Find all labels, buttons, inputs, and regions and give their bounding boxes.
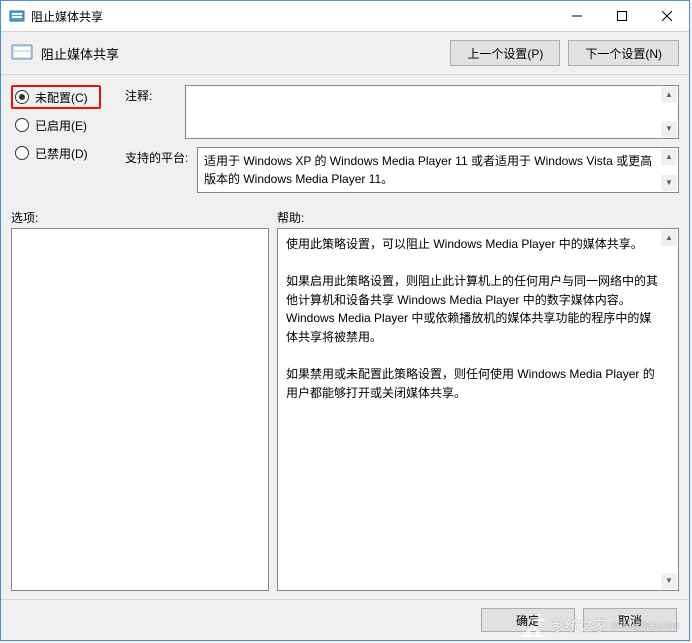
window-controls (554, 1, 689, 31)
previous-setting-button[interactable]: 上一个设置(P) (450, 40, 560, 66)
help-panel: 使用此策略设置，可以阻止 Windows Media Player 中的媒体共享… (277, 228, 679, 591)
panels-row: 使用此策略设置，可以阻止 Windows Media Player 中的媒体共享… (1, 228, 689, 599)
help-label: 帮助: (277, 209, 679, 226)
comment-label: 注释: (125, 85, 185, 139)
scroll-up-icon[interactable]: ▲ (661, 87, 677, 103)
headerbar: 阻止媒体共享 上一个设置(P) 下一个设置(N) (1, 32, 689, 75)
radio-not-configured[interactable]: 未配置(C) (11, 85, 101, 109)
footer: 确定 取消 系统之家 XiTongZhiJia.Net (1, 599, 689, 640)
options-label: 选项: (11, 209, 277, 226)
radio-disabled[interactable]: 已禁用(D) (11, 141, 125, 165)
radio-enabled[interactable]: 已启用(E) (11, 113, 125, 137)
app-icon (9, 8, 25, 24)
radio-dot-icon (15, 146, 29, 160)
close-button[interactable] (644, 1, 689, 31)
scroll-down-icon[interactable]: ▼ (661, 121, 677, 137)
radio-group: 未配置(C) 已启用(E) 已禁用(D) (11, 85, 125, 201)
maximize-button[interactable] (599, 1, 644, 31)
options-panel (11, 228, 269, 591)
policy-title: 阻止媒体共享 (41, 44, 442, 63)
policy-icon (11, 44, 33, 62)
comment-row: 注释: ▲ ▼ (125, 85, 679, 139)
dialog-window: 阻止媒体共享 阻止媒体共享 上一个设置(P) 下一个设置(N) (0, 0, 690, 641)
platform-row: 支持的平台: 适用于 Windows XP 的 Windows Media Pl… (125, 147, 679, 193)
ok-button[interactable]: 确定 (481, 608, 575, 632)
scroll-up-icon[interactable]: ▲ (661, 149, 677, 165)
radio-dot-icon (15, 90, 29, 104)
radio-label: 已禁用(D) (35, 145, 88, 162)
minimize-button[interactable] (554, 1, 599, 31)
scroll-down-icon[interactable]: ▼ (661, 573, 677, 589)
platform-textarea[interactable]: 适用于 Windows XP 的 Windows Media Player 11… (197, 147, 679, 193)
platform-value: 适用于 Windows XP 的 Windows Media Player 11… (204, 154, 652, 186)
help-text: 使用此策略设置，可以阻止 Windows Media Player 中的媒体共享… (286, 237, 658, 400)
window-title: 阻止媒体共享 (31, 8, 554, 25)
comment-textarea[interactable]: ▲ ▼ (185, 85, 679, 139)
next-setting-button[interactable]: 下一个设置(N) (568, 40, 679, 66)
radio-dot-icon (15, 118, 29, 132)
scroll-up-icon[interactable]: ▲ (661, 230, 677, 246)
content: 未配置(C) 已启用(E) 已禁用(D) 注释: ▲ ▼ (1, 75, 689, 640)
fields-column: 注释: ▲ ▼ 支持的平台: 适用于 Windows XP 的 Windows … (125, 85, 679, 201)
radio-label: 未配置(C) (35, 89, 88, 106)
titlebar: 阻止媒体共享 (1, 1, 689, 32)
section-labels: 选项: 帮助: (1, 203, 689, 228)
platform-label: 支持的平台: (125, 147, 197, 193)
scroll-down-icon[interactable]: ▼ (661, 175, 677, 191)
cancel-button[interactable]: 取消 (583, 608, 677, 632)
top-area: 未配置(C) 已启用(E) 已禁用(D) 注释: ▲ ▼ (1, 75, 689, 203)
radio-label: 已启用(E) (35, 117, 87, 134)
